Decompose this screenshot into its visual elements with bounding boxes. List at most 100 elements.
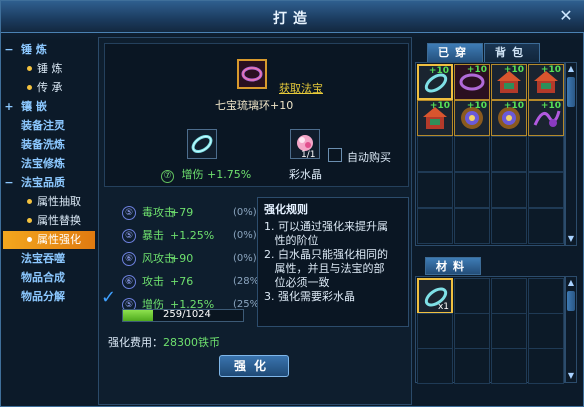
sidebar-item[interactable]: − 锤 炼 [3,41,95,59]
empty-slot[interactable] [491,313,527,349]
inventory-item[interactable]: +10 [417,100,453,136]
inventory-scrollbar[interactable]: ▲ ▼ [565,62,577,246]
upgrade-level: +10 [503,101,524,111]
auto-buy-checkbox[interactable] [328,148,342,162]
progress-fill [123,310,154,321]
window-title: 打造 [273,11,313,27]
empty-slot[interactable] [417,348,453,384]
scroll-up-icon[interactable]: ▲ [567,64,575,74]
empty-slot[interactable] [491,348,527,384]
empty-slot[interactable] [491,278,527,314]
bullet-icon [27,66,32,71]
purple-ring-icon [239,61,265,87]
empty-slot[interactable] [417,313,453,349]
empty-slot[interactable] [454,208,490,244]
bullet-icon [27,237,32,242]
forge-window: 打造 ✕ − 锤 炼锤 炼传 承 + 镶 嵌装备注灵 装备洗炼 法宝修炼 − 法宝品质 属性抽取… [0,0,584,407]
tab-bag[interactable]: 背包 [484,43,540,63]
sidebar-item-label: 法宝吞噬 [21,252,65,265]
sidebar-item[interactable]: 法宝修炼 [3,155,95,173]
sidebar-item-label: 装备洗炼 [21,138,65,151]
selected-stat-text: 增伤 +1.75% [181,168,252,181]
sidebar-item[interactable]: 法宝吞噬 [3,250,95,268]
empty-slot[interactable] [454,136,490,172]
rules-title: 强化规则 [264,203,308,216]
empty-slot[interactable] [528,278,564,314]
scroll-down-icon[interactable]: ▼ [567,371,575,381]
sidebar-item[interactable]: 属性抽取 [3,193,95,211]
empty-slot[interactable] [528,313,564,349]
upgrade-level: +10 [428,66,449,76]
upgrade-level: +10 [466,101,487,111]
empty-slot[interactable] [491,208,527,244]
sidebar-item-label: 法宝修炼 [21,157,65,170]
close-button[interactable]: ✕ [555,6,577,26]
sidebar-item[interactable]: + 镶 嵌 [3,98,95,116]
expand-icon[interactable]: + [3,98,15,116]
empty-slot[interactable] [491,172,527,208]
sidebar-item-label: 物品分解 [21,290,65,303]
empty-slot[interactable] [491,136,527,172]
scroll-down-icon[interactable]: ▼ [567,234,575,244]
stat-tier-badge: ⑦ [161,170,174,183]
sidebar-item-label: 装备注灵 [21,119,65,132]
stat-tier-badge: ⑤ [122,206,136,220]
stat-item-slot[interactable] [187,129,217,159]
material-item[interactable]: x1 [417,278,453,314]
target-item-name: 七宝琉璃环+10 [215,99,294,112]
stat-value: +1.25% [170,229,215,242]
sidebar-item[interactable]: 装备注灵 [3,117,95,135]
scroll-up-icon[interactable]: ▲ [567,278,575,288]
sidebar-item-label: 属性强化 [37,233,81,246]
collapse-icon[interactable]: − [3,41,15,59]
tab-owned[interactable]: 已穿 [427,43,483,63]
sidebar-item-label: 镶 嵌 [21,100,47,113]
sidebar-item[interactable]: 物品分解 [3,288,95,306]
scroll-thumb[interactable] [567,77,575,107]
empty-slot[interactable] [528,208,564,244]
empty-slot[interactable] [454,313,490,349]
sidebar-item[interactable]: 属性强化 [3,231,95,249]
empty-slot[interactable] [454,172,490,208]
sidebar-item[interactable]: 传 承 [3,79,95,97]
material-slot[interactable]: 1/1 [290,129,320,160]
rule-line: 2. 白水晶只能强化相同的 [264,248,388,261]
empty-slot[interactable] [417,136,453,172]
enhance-progress-bar: 259/1024 [122,309,244,322]
materials-grid: x1 [415,276,565,384]
collapse-icon[interactable]: − [3,174,15,192]
title-bar: 打造 ✕ [1,1,584,33]
empty-slot[interactable] [528,136,564,172]
material-name: 彩水晶 [289,168,322,181]
empty-slot[interactable] [417,208,453,244]
inventory-item[interactable]: +10 [454,64,490,100]
empty-slot[interactable] [528,172,564,208]
empty-slot[interactable] [454,348,490,384]
scroll-thumb[interactable] [567,291,575,311]
upgrade-level: +10 [429,101,450,111]
rule-line: 3. 强化需要彩水晶 [264,290,355,303]
sidebar-item[interactable]: 物品合成 [3,269,95,287]
inventory-item[interactable]: +10 [417,64,453,100]
get-treasure-link[interactable]: 获取法宝 [279,80,323,96]
sidebar-item-label: 锤 炼 [21,43,47,56]
empty-slot[interactable] [528,348,564,384]
enhance-button[interactable]: 强化 [219,355,289,377]
inventory-item[interactable]: +10 [454,100,490,136]
sidebar-item[interactable]: − 法宝品质 [3,174,95,192]
inventory-item[interactable]: +10 [491,64,527,100]
sidebar-item[interactable]: 锤 炼 [3,60,95,78]
sidebar-item[interactable]: 装备洗炼 [3,136,95,154]
sidebar-item[interactable]: 属性替换 [3,212,95,230]
check-icon: ✓ [101,287,117,308]
jade-bracelet-icon [191,134,213,154]
inventory-item[interactable]: +10 [528,64,564,100]
stat-value: +76 [170,275,194,288]
empty-slot[interactable] [417,172,453,208]
empty-slot[interactable] [454,278,490,314]
materials-scrollbar[interactable]: ▲ ▼ [565,276,577,383]
target-item-slot[interactable] [237,59,267,89]
inventory-item[interactable]: +10 [491,100,527,136]
inventory-item[interactable]: +10 [528,100,564,136]
enhance-rules-panel: 强化规则 1. 可以通过强化来提升属 性的阶位 2. 白水晶只能强化相同的 属性，… [257,197,409,327]
